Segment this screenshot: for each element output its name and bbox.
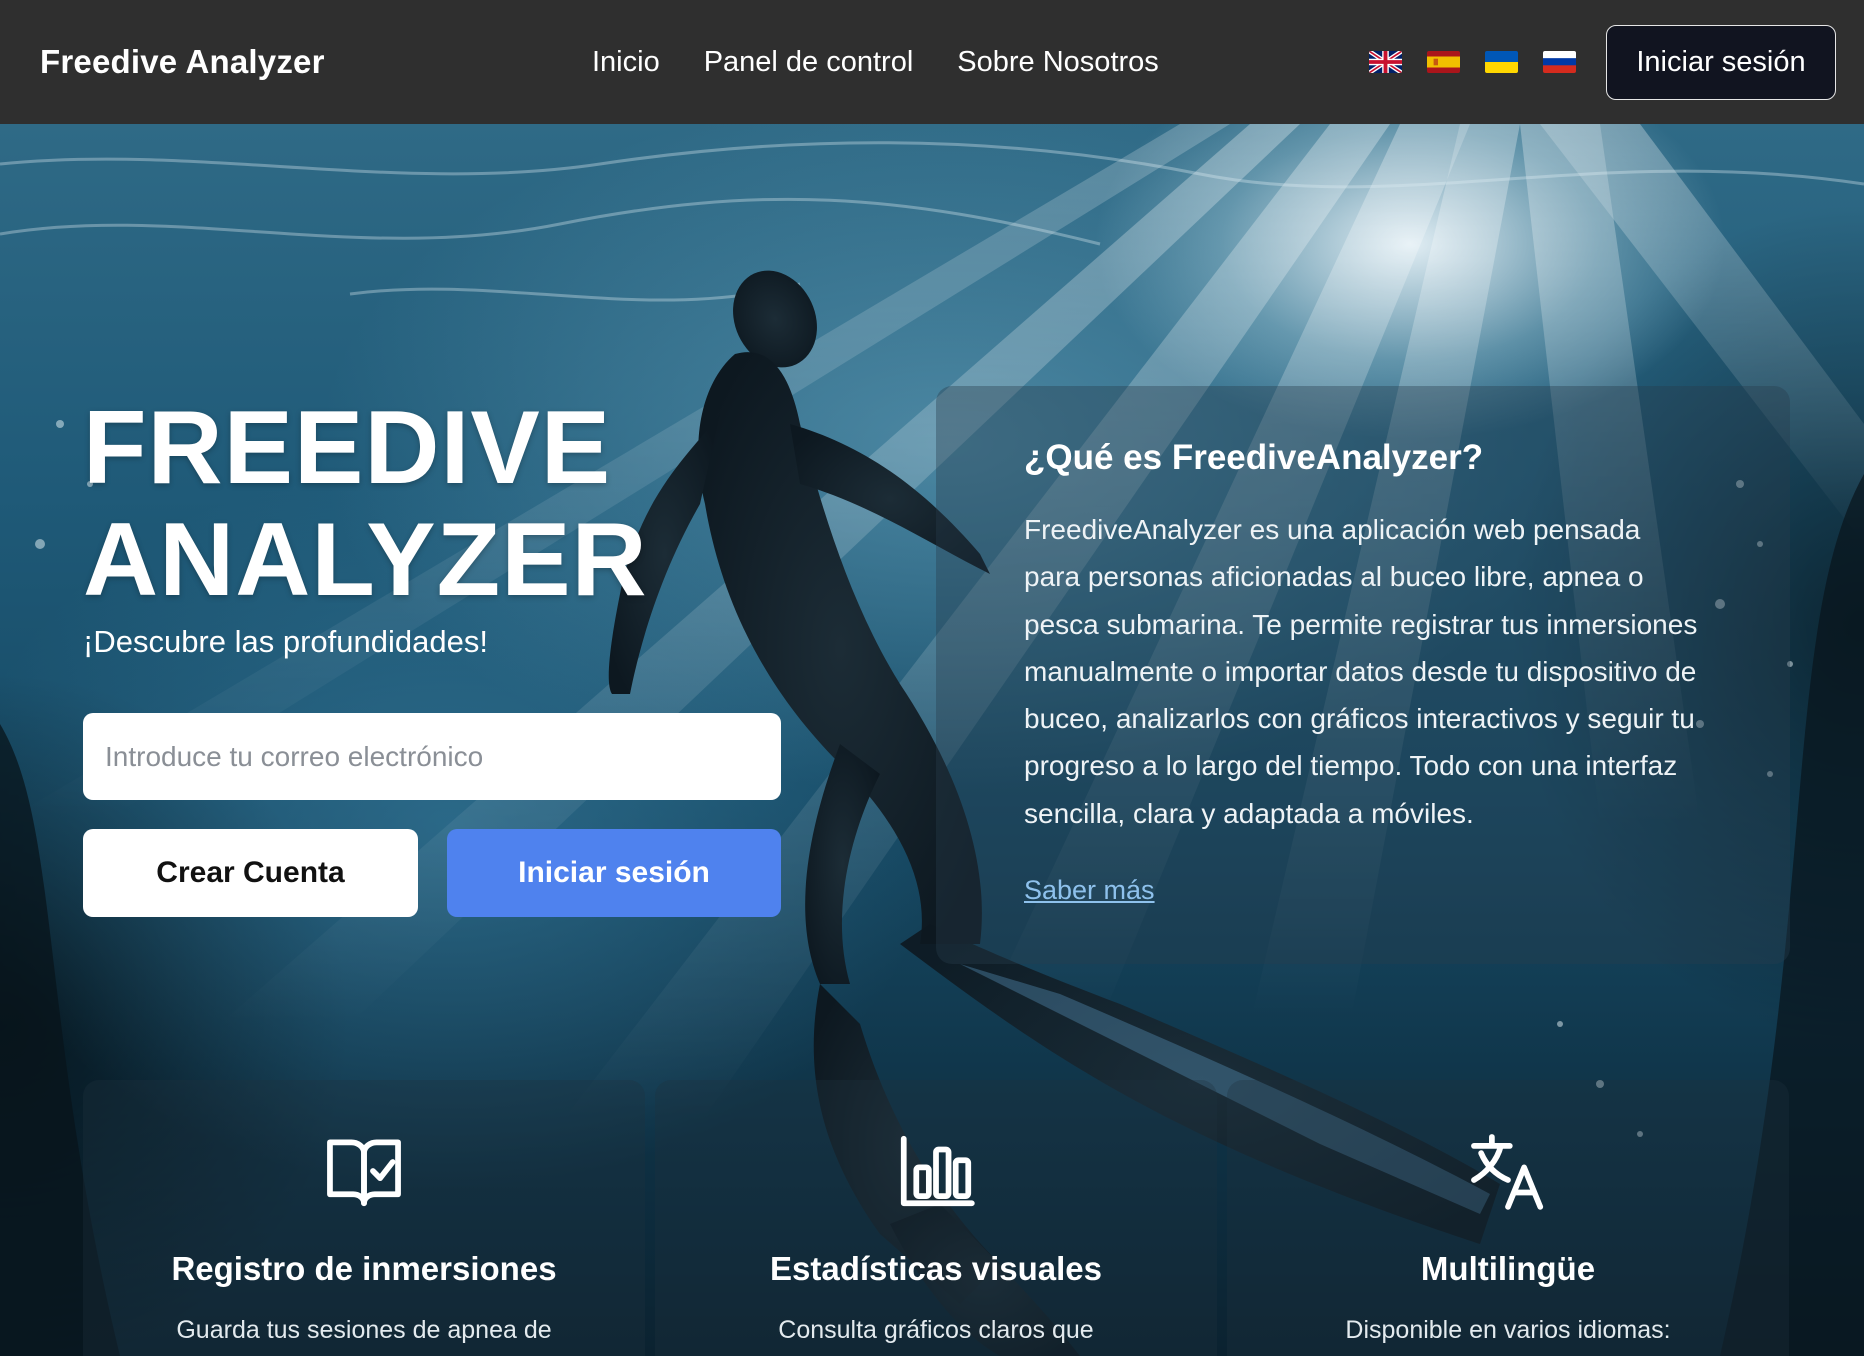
language-selector	[1369, 51, 1576, 73]
create-account-button[interactable]: Crear Cuenta	[83, 829, 418, 917]
flag-ru-icon[interactable]	[1543, 51, 1576, 73]
flag-es-icon[interactable]	[1427, 51, 1460, 73]
hero-section: FREEDIVE ANALYZER ¡Descubre las profundi…	[0, 124, 1864, 1356]
feature-card-multilingual: Multilingüe Disponible en varios idiomas…	[1227, 1080, 1789, 1356]
hero-title: FREEDIVE ANALYZER	[83, 392, 648, 616]
hero-title-line-2: ANALYZER	[83, 502, 648, 618]
features-row: Registro de inmersiones Guarda tus sesio…	[83, 1080, 1789, 1356]
flag-uk-icon[interactable]	[1369, 51, 1402, 73]
hero-login-button[interactable]: Iniciar sesión	[447, 829, 781, 917]
book-check-icon	[327, 1139, 401, 1207]
nav-login-button[interactable]: Iniciar sesión	[1606, 24, 1836, 100]
translate-icon	[1471, 1134, 1544, 1210]
email-input[interactable]	[83, 713, 781, 800]
brand-logo[interactable]: Freedive Analyzer	[40, 43, 540, 81]
feature-title: Registro de inmersiones	[171, 1250, 557, 1287]
main-nav: Inicio Panel de control Sobre Nosotros	[592, 46, 1159, 79]
feature-description: Guarda tus sesiones de apnea de	[176, 1316, 552, 1344]
feature-card-statistics: Estadísticas visuales Consulta gráficos …	[655, 1080, 1217, 1356]
bar-chart-icon	[900, 1135, 975, 1207]
feature-title: Estadísticas visuales	[769, 1250, 1103, 1287]
feature-title: Multilingüe	[1420, 1250, 1596, 1287]
navbar: Freedive Analyzer Inicio Panel de contro…	[0, 0, 1864, 124]
nav-link-sobre-nosotros[interactable]: Sobre Nosotros	[957, 46, 1159, 79]
feature-card-dive-log: Registro de inmersiones Guarda tus sesio…	[83, 1080, 645, 1356]
nav-link-panel-de-control[interactable]: Panel de control	[704, 46, 914, 79]
about-card-text: FreediveAnalyzer es una aplicación web p…	[1024, 514, 1698, 829]
about-card: ¿Qué es FreediveAnalyzer? FreediveAnalyz…	[936, 386, 1790, 964]
hero-tagline: ¡Descubre las profundidades!	[83, 624, 488, 659]
feature-description: Consulta gráficos claros que	[778, 1316, 1094, 1344]
nav-link-inicio[interactable]: Inicio	[592, 46, 660, 79]
flag-ua-icon[interactable]	[1485, 51, 1518, 73]
feature-description: Disponible en varios idiomas:	[1345, 1316, 1671, 1344]
hero-title-line-1: FREEDIVE	[83, 390, 612, 506]
learn-more-link[interactable]: Saber más	[1024, 875, 1155, 906]
about-card-title: ¿Qué es FreediveAnalyzer?	[1024, 438, 1484, 477]
